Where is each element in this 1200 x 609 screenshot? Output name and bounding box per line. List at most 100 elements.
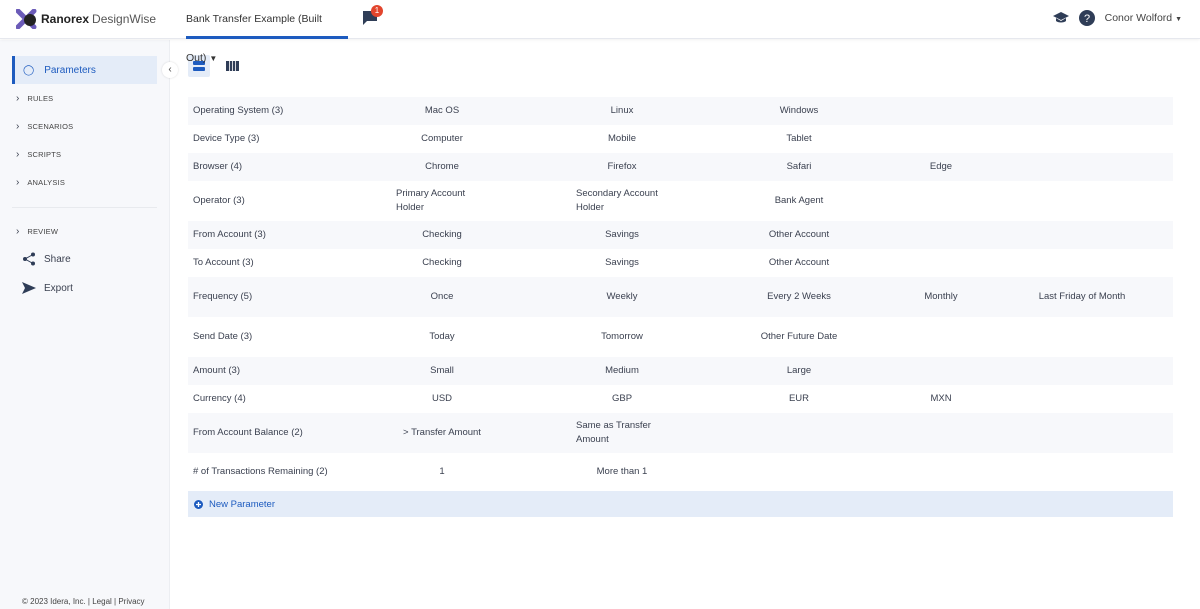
parameter-value: Other Account <box>715 256 883 270</box>
parameter-row[interactable]: Device Type (3) Computer Mobile Tablet <box>188 125 1173 153</box>
value-text: Checking <box>422 229 462 240</box>
parameter-name[interactable]: Browser (4) <box>193 160 343 174</box>
value-text: Monthly <box>924 291 958 302</box>
parameter-name[interactable]: From Account (3) <box>193 228 343 242</box>
sidebar: ◯ Parameters › RULES › SCENARIOS › SCRIPTS ›… <box>0 40 170 609</box>
parameter-name[interactable]: Operator (3) <box>193 194 343 208</box>
parameter-value: Weekly <box>529 290 715 304</box>
parameter-value: Tablet <box>715 132 883 146</box>
chevron-right-icon: › <box>16 120 20 132</box>
value-text: Today <box>429 331 455 342</box>
parameter-value: Chrome <box>355 160 529 174</box>
parameter-name[interactable]: # of Transactions Remaining (2) <box>193 465 343 479</box>
parameter-row[interactable]: # of Transactions Remaining (2) 1 More tha… <box>188 453 1173 491</box>
graduation-cap-icon[interactable] <box>1052 11 1069 25</box>
parameter-name[interactable]: Send Date (3) <box>193 330 343 344</box>
logo[interactable]: Ranorex DesignWise <box>16 9 156 29</box>
project-name: Bank Transfer Example (Built Out) <box>186 13 322 64</box>
parameter-value: Computer <box>355 132 529 146</box>
chevron-right-icon: › <box>16 92 20 104</box>
value-text: Once <box>430 291 454 302</box>
value-text: Linux <box>610 105 634 116</box>
columns-icon <box>225 61 239 71</box>
value-text: Other Account <box>768 257 830 268</box>
sidebar-item-label: SCENARIOS <box>27 121 74 131</box>
value-text: Bank Agent <box>774 195 824 206</box>
column-view-button[interactable] <box>221 55 243 77</box>
sidebar-item-export[interactable]: Export <box>22 274 73 302</box>
parameter-value: Safari <box>715 160 883 174</box>
sidebar-item-label: ANALYSIS <box>27 177 66 187</box>
parameter-row[interactable]: Frequency (5) Once Weekly Every 2 Weeks Mont… <box>188 277 1173 317</box>
parameter-value: 1 <box>355 465 529 479</box>
value-text: Computer <box>421 133 463 144</box>
footer-links[interactable]: © 2023 Idera, Inc. | Legal | Privacy <box>22 597 145 606</box>
value-text: Mac OS <box>424 105 460 116</box>
parameter-value: Checking <box>355 228 529 242</box>
parameter-value: GBP <box>529 392 715 406</box>
project-selector[interactable]: Bank Transfer Example (Built Out) ▼ <box>186 0 348 64</box>
parameter-row[interactable]: Operator (3) Primary Account Holder Second… <box>188 181 1173 221</box>
parameter-row[interactable]: Amount (3) Small Medium Large <box>188 357 1173 385</box>
parameter-row[interactable]: Operating System (3) Mac OS Linux Windows <box>188 97 1173 125</box>
value-text: More than 1 <box>596 466 648 477</box>
send-icon <box>22 282 36 294</box>
sidebar-item-review[interactable]: › REVIEW <box>12 217 58 245</box>
sidebar-item-rules[interactable]: › RULES <box>12 84 53 112</box>
value-text: USD <box>431 393 453 404</box>
share-icon <box>23 252 35 266</box>
parameter-value: Savings <box>529 256 715 270</box>
parameter-name[interactable]: Operating System (3) <box>193 104 343 118</box>
sidebar-item-share[interactable]: Share <box>22 245 71 273</box>
brand-name: Ranorex <box>41 12 90 26</box>
collapse-sidebar-button[interactable]: ‹ <box>162 62 178 78</box>
value-text: GBP <box>611 393 633 404</box>
value-text: 1 <box>439 466 445 477</box>
parameter-value: Savings <box>529 228 715 242</box>
chevron-down-icon: ▼ <box>209 54 218 63</box>
parameter-value: Large <box>715 364 883 378</box>
value-text: Windows <box>779 105 819 116</box>
parameter-value: EUR <box>715 392 883 406</box>
parameter-name[interactable]: To Account (3) <box>193 256 343 270</box>
value-text: Every 2 Weeks <box>767 291 831 302</box>
parameter-value: Mac OS <box>355 104 529 118</box>
value-text: Other Account <box>768 229 830 240</box>
sidebar-item-scripts[interactable]: › SCRIPTS <box>12 140 61 168</box>
parameter-row[interactable]: To Account (3) Checking Savings Other Accou… <box>188 249 1173 277</box>
parameter-name[interactable]: From Account Balance (2) <box>193 426 343 440</box>
value-text: Firefox <box>607 161 637 172</box>
chevron-right-icon: › <box>16 225 20 237</box>
parameter-value: Monthly <box>883 290 999 304</box>
parameter-value: Small <box>355 364 529 378</box>
sidebar-item-parameters[interactable]: ◯ Parameters <box>12 56 157 84</box>
sidebar-item-scenarios[interactable]: › SCENARIOS <box>12 112 73 140</box>
new-parameter-button[interactable]: New Parameter <box>188 491 1173 517</box>
user-menu[interactable]: Conor Wolford ▼ <box>1105 12 1182 24</box>
parameter-value: Same as Transfer Amount <box>529 419 715 447</box>
chevron-down-icon: ▼ <box>1175 16 1182 23</box>
parameter-name[interactable]: Device Type (3) <box>193 132 343 146</box>
help-icon[interactable]: ? <box>1078 10 1095 26</box>
lightbulb-icon: ◯ <box>23 64 35 76</box>
parameter-name[interactable]: Currency (4) <box>193 392 343 406</box>
value-text: Weekly <box>606 291 638 302</box>
notification-badge: 1 <box>371 5 383 17</box>
parameter-row[interactable]: From Account Balance (2) > Transfer Amoun… <box>188 413 1173 453</box>
plus-circle-icon <box>194 499 203 509</box>
divider <box>12 207 157 208</box>
value-text: EUR <box>788 393 810 404</box>
chevron-right-icon: › <box>16 176 20 188</box>
value-text: Savings <box>605 257 639 268</box>
parameter-row[interactable]: Currency (4) USD GBP EUR MXN <box>188 385 1173 413</box>
parameter-value: Bank Agent <box>715 194 883 208</box>
parameter-value: More than 1 <box>529 465 715 479</box>
parameter-value: Primary Account Holder <box>355 187 529 215</box>
parameter-name[interactable]: Amount (3) <box>193 364 343 378</box>
sidebar-item-analysis[interactable]: › ANALYSIS <box>12 168 65 196</box>
parameter-row[interactable]: From Account (3) Checking Savings Other Acc… <box>188 221 1173 249</box>
parameter-name[interactable]: Frequency (5) <box>193 290 343 304</box>
value-text: Tomorrow <box>601 331 643 342</box>
parameter-row[interactable]: Browser (4) Chrome Firefox Safari Edge <box>188 153 1173 181</box>
parameter-row[interactable]: Send Date (3) Today Tomorrow Other Future D… <box>188 317 1173 357</box>
